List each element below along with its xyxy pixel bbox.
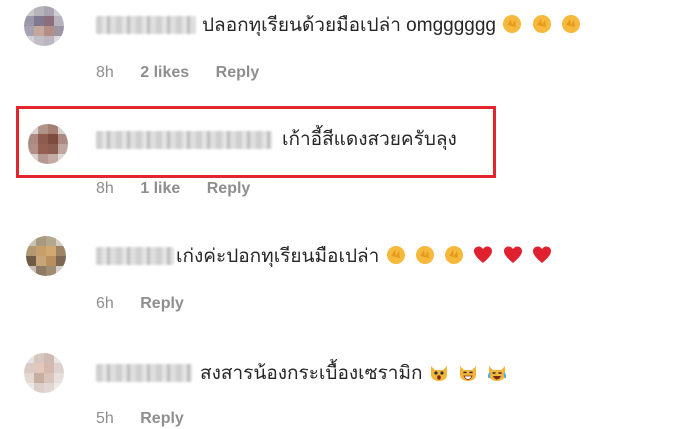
username-blurred[interactable] — [96, 364, 192, 382]
comment-2: เก้าอี้สีแดงสวยครับลุง 8h 1 like Reply — [0, 112, 700, 212]
username-blurred[interactable] — [96, 16, 196, 34]
avatar[interactable] — [24, 6, 64, 46]
comment-meta: 8h 1 like Reply — [96, 179, 272, 199]
timestamp: 8h — [96, 180, 114, 197]
joy-cat-icon — [486, 361, 508, 383]
likes-count[interactable]: 2 likes — [140, 63, 189, 83]
comment-text: เก้าอี้สีแดงสวยครับลุง — [282, 129, 457, 150]
timestamp: 5h — [96, 410, 114, 427]
clap-icon — [560, 13, 582, 35]
comment-1: ปลอกทุเรียนด้วยมือเปล่า omgggggg 8h 2 li… — [0, 0, 700, 100]
comment-meta: 6h Reply — [96, 294, 206, 314]
username-blurred[interactable] — [96, 131, 272, 149]
clap-icon — [501, 13, 523, 35]
reply-button[interactable]: Reply — [140, 409, 184, 429]
reply-button[interactable]: Reply — [207, 179, 251, 199]
comment-text: ปลอกทุเรียนด้วยมือเปล่า omgggggg — [202, 13, 584, 38]
heart-icon — [472, 244, 494, 266]
reply-button[interactable]: Reply — [140, 294, 184, 314]
clap-icon — [385, 244, 407, 266]
reply-button[interactable]: Reply — [216, 63, 260, 83]
heart-icon — [502, 244, 524, 266]
likes-count[interactable]: 1 like — [140, 179, 180, 199]
avatar[interactable] — [24, 353, 64, 393]
timestamp: 8h — [96, 64, 114, 81]
comment-3: เก่งค่ะปอกทุเรียนมือเปล่า 6h Reply — [0, 230, 700, 330]
comment-meta: 5h Reply — [96, 409, 206, 429]
username-blurred[interactable] — [96, 247, 174, 265]
comment-text: เก่งค่ะปอกทุเรียนมือเปล่า — [176, 244, 555, 269]
comment-4: สงสารน้องกระเบื้องเซรามิก 5h Reply — [0, 345, 700, 427]
avatar[interactable] — [26, 236, 66, 276]
heart-icon — [531, 244, 553, 266]
scream-cat-icon — [428, 361, 450, 383]
grin-cat-icon — [457, 361, 479, 383]
timestamp: 6h — [96, 295, 114, 312]
clap-icon — [443, 244, 465, 266]
clap-icon — [531, 13, 553, 35]
comment-meta: 8h 2 likes Reply — [96, 63, 281, 83]
comment-text: สงสารน้องกระเบื้องเซรามิก — [200, 361, 510, 386]
avatar[interactable] — [28, 124, 68, 164]
clap-icon — [414, 244, 436, 266]
